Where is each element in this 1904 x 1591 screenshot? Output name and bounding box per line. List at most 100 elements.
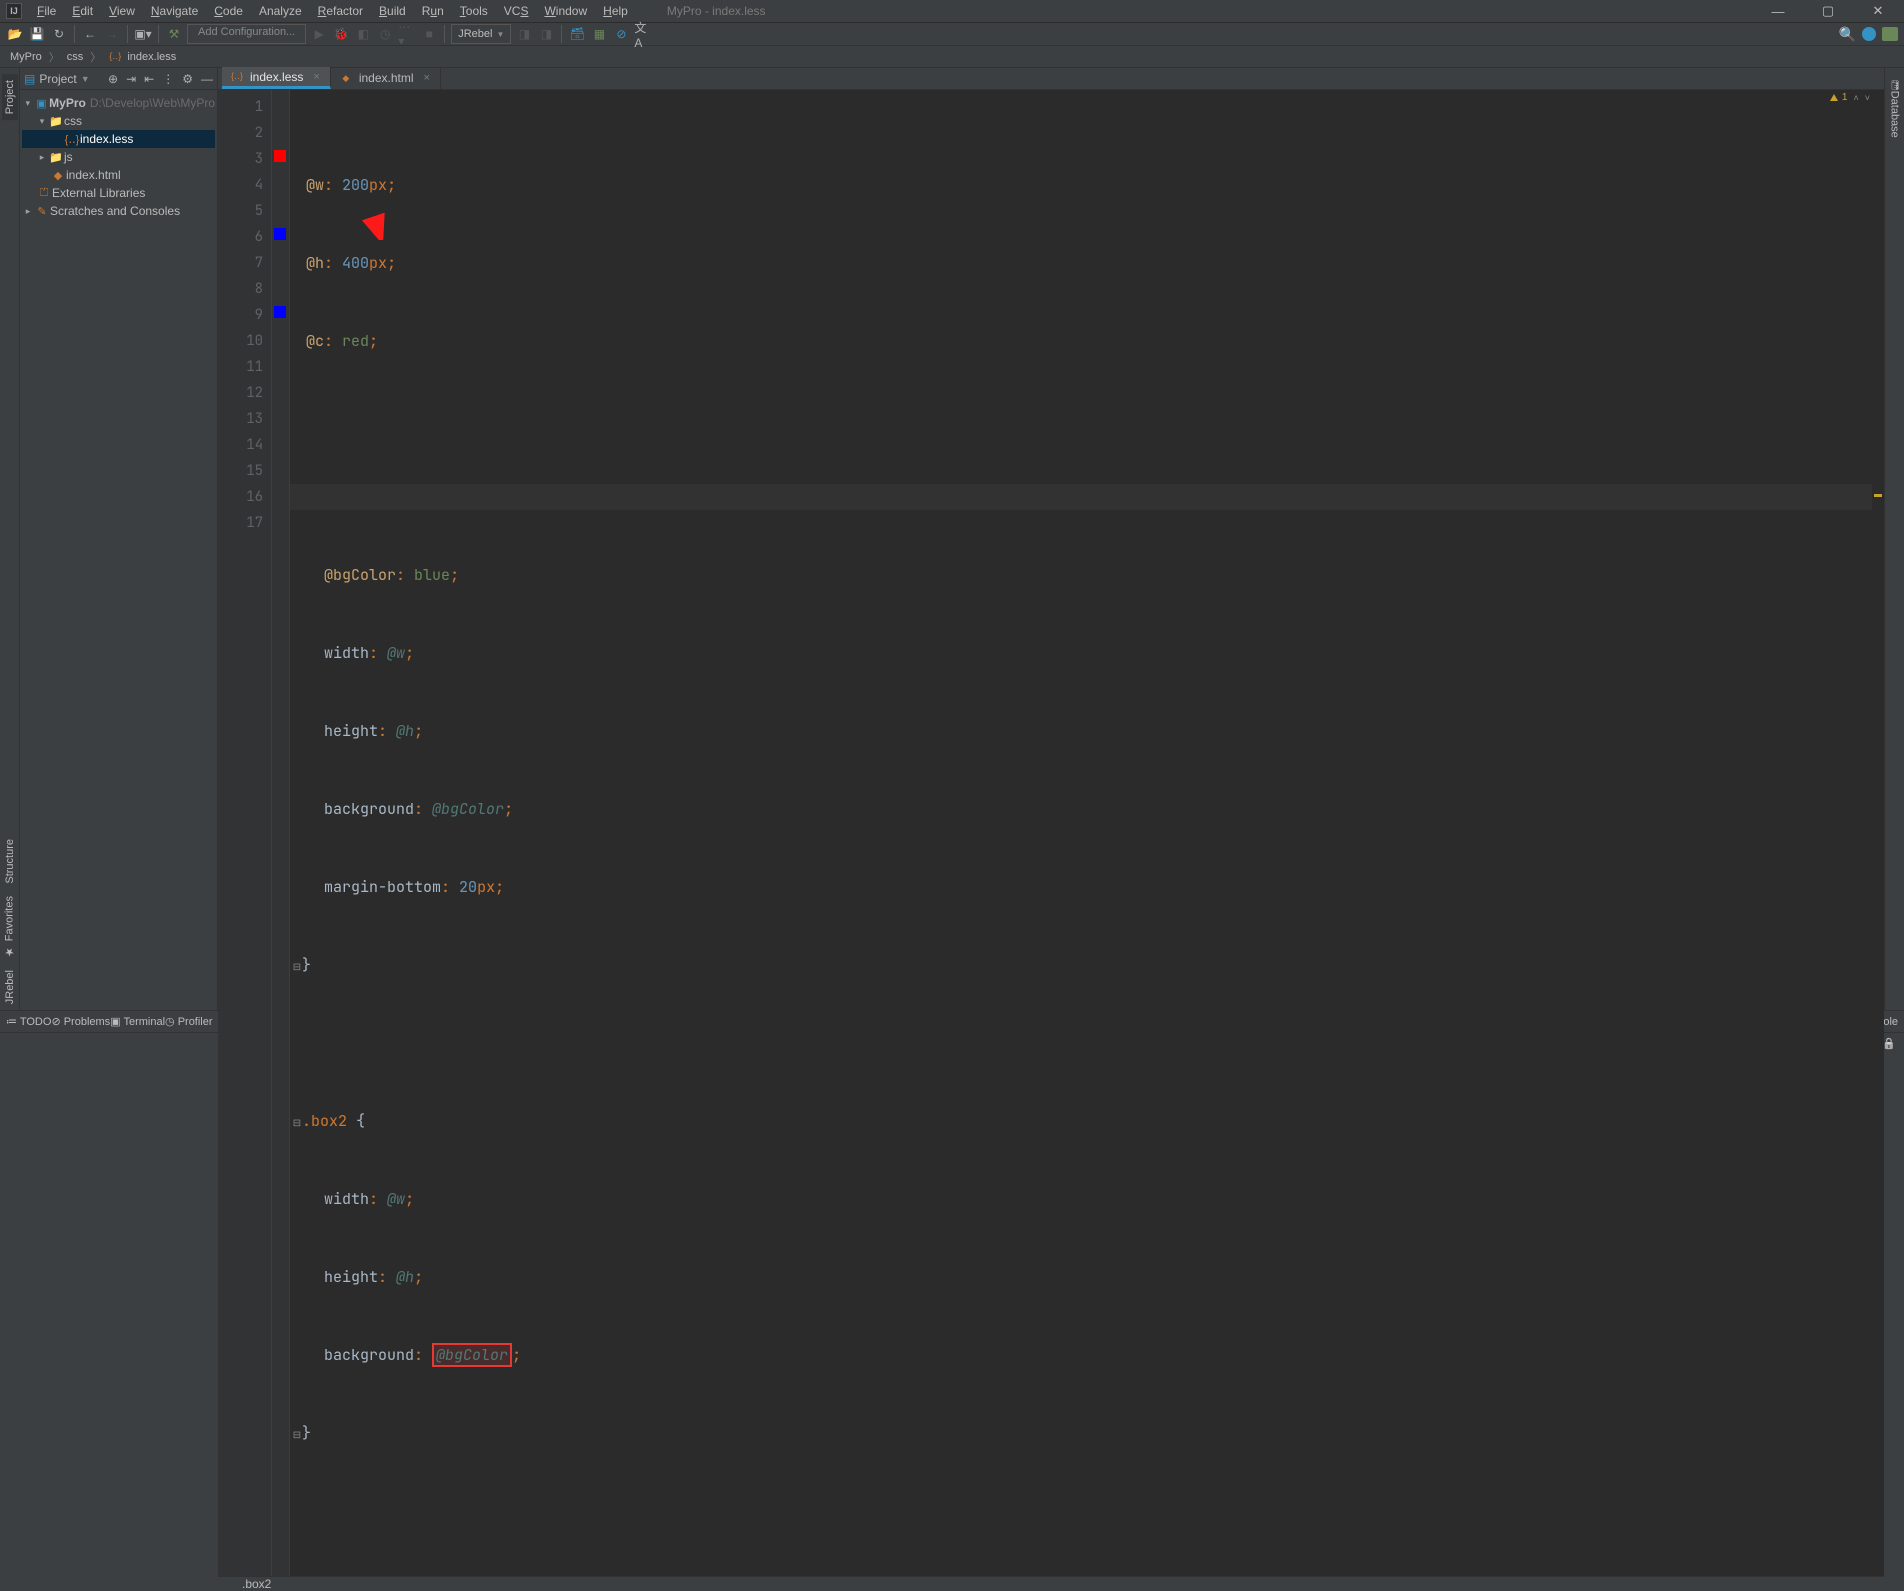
color-swatch-blue-icon[interactable] [274, 228, 286, 240]
updates-icon[interactable] [1862, 27, 1876, 41]
attach-icon[interactable]: ⋯▾ [398, 25, 416, 43]
chevron-right-icon[interactable]: ▸ [36, 152, 48, 163]
gutter-marks [272, 90, 290, 1576]
toolwindow-terminal[interactable]: ▣ Terminal [110, 1015, 165, 1028]
tree-folder-css[interactable]: ▾ 📁 css [22, 112, 215, 130]
editor-body[interactable]: 1234 5678 9101112 13141516 17 @w: 200px;… [218, 90, 1884, 1576]
menu-view[interactable]: View [102, 2, 142, 20]
project-view-combo[interactable]: ▤ Project ▼ [24, 72, 90, 86]
close-tab-icon[interactable]: × [313, 71, 319, 83]
toolwindow-tab-database[interactable]: 🛢Database [1887, 72, 1903, 144]
toolwindow-tab-favorites[interactable]: ★ Favorites [1, 890, 18, 964]
editor-breadcrumb[interactable]: .box2 [218, 1576, 1884, 1591]
color-swatch-blue-icon[interactable] [274, 306, 286, 318]
menu-navigate[interactable]: Navigate [144, 2, 205, 20]
expand-all-icon[interactable]: ⇥ [126, 72, 136, 86]
hammer-icon[interactable]: ⚒ [165, 25, 183, 43]
toolwindow-tab-structure[interactable]: Structure [2, 833, 18, 890]
tree-folder-js[interactable]: ▸ 📁 js [22, 148, 215, 166]
toolwindow-tab-jrebel[interactable]: JRebel [2, 964, 18, 1010]
coverage-icon[interactable]: ◧ [354, 25, 372, 43]
tree-file-index-less[interactable]: {‥} index.less [22, 130, 215, 148]
sync-icon[interactable]: ↻ [50, 25, 68, 43]
minimize-icon[interactable]: — [1764, 4, 1792, 19]
menu-tools[interactable]: Tools [453, 2, 495, 20]
chevron-up-icon[interactable]: ˄ [1853, 93, 1858, 103]
folder-icon: 📁 [48, 115, 64, 128]
db-icon[interactable]: 🗃 [568, 25, 586, 43]
inspection-summary[interactable]: 1 ˄ ˅ [1830, 92, 1870, 103]
error-highlight: @bgColor [432, 1343, 512, 1367]
add-configuration-combo[interactable]: Add Configuration... [187, 24, 306, 44]
jrebel-combo[interactable]: JRebel▼ [451, 24, 511, 44]
chevron-down-icon[interactable]: ▾ [36, 116, 48, 127]
breadcrumb-folder[interactable]: css [63, 51, 88, 63]
menu-build[interactable]: Build [372, 2, 413, 20]
no-entry-icon[interactable]: ⊘ [612, 25, 630, 43]
green-box-icon[interactable]: ▦ [590, 25, 608, 43]
search-icon[interactable]: 🔍 [1839, 26, 1856, 43]
select-opened-file-icon[interactable]: ⊕ [108, 72, 118, 86]
lock-icon[interactable] [1882, 1037, 1896, 1050]
toolwindow-profiler[interactable]: ◷ Profiler [165, 1015, 213, 1028]
main-toolbar: 📂 💾 ↻ ← → ▣▾ ⚒ Add Configuration... ▶ 🐞 … [0, 22, 1904, 46]
chevron-down-icon[interactable]: ▾ [22, 98, 34, 109]
editor-tab-index-less[interactable]: {‥} index.less × [222, 67, 331, 89]
chevron-right-icon[interactable]: ▸ [22, 206, 34, 217]
run-icon[interactable]: ▶ [310, 25, 328, 43]
error-stripe[interactable]: 1 ˄ ˅ [1872, 90, 1884, 1576]
warning-marker[interactable] [1874, 494, 1882, 497]
editor-tab-index-html[interactable]: ◆ index.html × [331, 67, 441, 89]
jrebel-badge-icon[interactable] [1882, 27, 1898, 41]
library-icon: ⏍ [36, 187, 52, 200]
translate-icon[interactable]: 文A [634, 25, 652, 43]
maximize-icon[interactable]: ▢ [1814, 3, 1842, 19]
menu-run[interactable]: Run [415, 2, 451, 20]
open-icon[interactable]: 📂 [6, 25, 24, 43]
nav-breadcrumb: MyPro 〉 css 〉 {‥} index.less [0, 46, 1904, 68]
breadcrumb-selector[interactable]: .box2 [242, 1577, 271, 1591]
avd-icon[interactable]: ▣▾ [134, 25, 152, 43]
chevron-down-icon[interactable]: ˅ [1865, 93, 1870, 103]
window-title: MyPro - index.less [637, 4, 1762, 18]
toolwindow-tab-project[interactable]: Project [2, 74, 18, 120]
toolwindow-problems[interactable]: ⊘ Problems [51, 1015, 110, 1028]
collapse-all-icon[interactable]: ⇤ [144, 72, 154, 86]
project-tree[interactable]: ▾ ▣ MyPro D:\Develop\Web\MyPro ▾ 📁 css {… [20, 90, 217, 224]
menu-window[interactable]: Window [537, 2, 594, 20]
menu-edit[interactable]: Edit [65, 2, 100, 20]
back-icon[interactable]: ← [81, 25, 99, 43]
tree-external-libraries[interactable]: ⏍ External Libraries [22, 184, 215, 202]
close-icon[interactable]: ✕ [1864, 3, 1892, 19]
profile-icon[interactable]: ◷ [376, 25, 394, 43]
forward-icon[interactable]: → [103, 25, 121, 43]
close-tab-icon[interactable]: × [424, 72, 430, 84]
menu-help[interactable]: Help [596, 2, 635, 20]
fold-end-icon[interactable]: ⊟ [292, 954, 302, 980]
menu-analyze[interactable]: Analyze [252, 2, 309, 20]
menu-file[interactable]: FFileile [30, 2, 63, 20]
toolwindow-todo[interactable]: ≔ TODO [6, 1015, 51, 1028]
menu-bar: IJ FFileile Edit View Navigate Code Anal… [0, 0, 1904, 22]
save-icon[interactable]: 💾 [28, 25, 46, 43]
fold-icon[interactable]: ⊟ [292, 1110, 302, 1136]
menu-code[interactable]: Code [207, 2, 250, 20]
gear-icon[interactable]: ⚙ [182, 72, 193, 86]
breadcrumb-root[interactable]: MyPro [6, 51, 46, 63]
html-file-icon: ◆ [339, 71, 353, 85]
jrebel-run-icon[interactable]: ◨ [515, 25, 533, 43]
menu-vcs[interactable]: VCS [497, 2, 536, 20]
show-options-icon[interactable]: ⋮ [162, 72, 174, 86]
stop-icon[interactable]: ■ [420, 25, 438, 43]
code-editor[interactable]: @w: 200px; @h: 400px; @c: red; ⊟.box1 { … [290, 90, 1884, 1576]
tree-scratches[interactable]: ▸ ✎ Scratches and Consoles [22, 202, 215, 220]
tree-root[interactable]: ▾ ▣ MyPro D:\Develop\Web\MyPro [22, 94, 215, 112]
tree-file-index-html[interactable]: ◆ index.html [22, 166, 215, 184]
menu-refactor[interactable]: Refactor [311, 2, 370, 20]
hide-icon[interactable]: — [201, 72, 213, 86]
jrebel-debug-icon[interactable]: ◨ [537, 25, 555, 43]
color-swatch-red-icon[interactable] [274, 150, 286, 162]
debug-icon[interactable]: 🐞 [332, 25, 350, 43]
fold-end-icon[interactable]: ⊟ [292, 1422, 302, 1448]
breadcrumb-file[interactable]: {‥} index.less [104, 50, 180, 64]
